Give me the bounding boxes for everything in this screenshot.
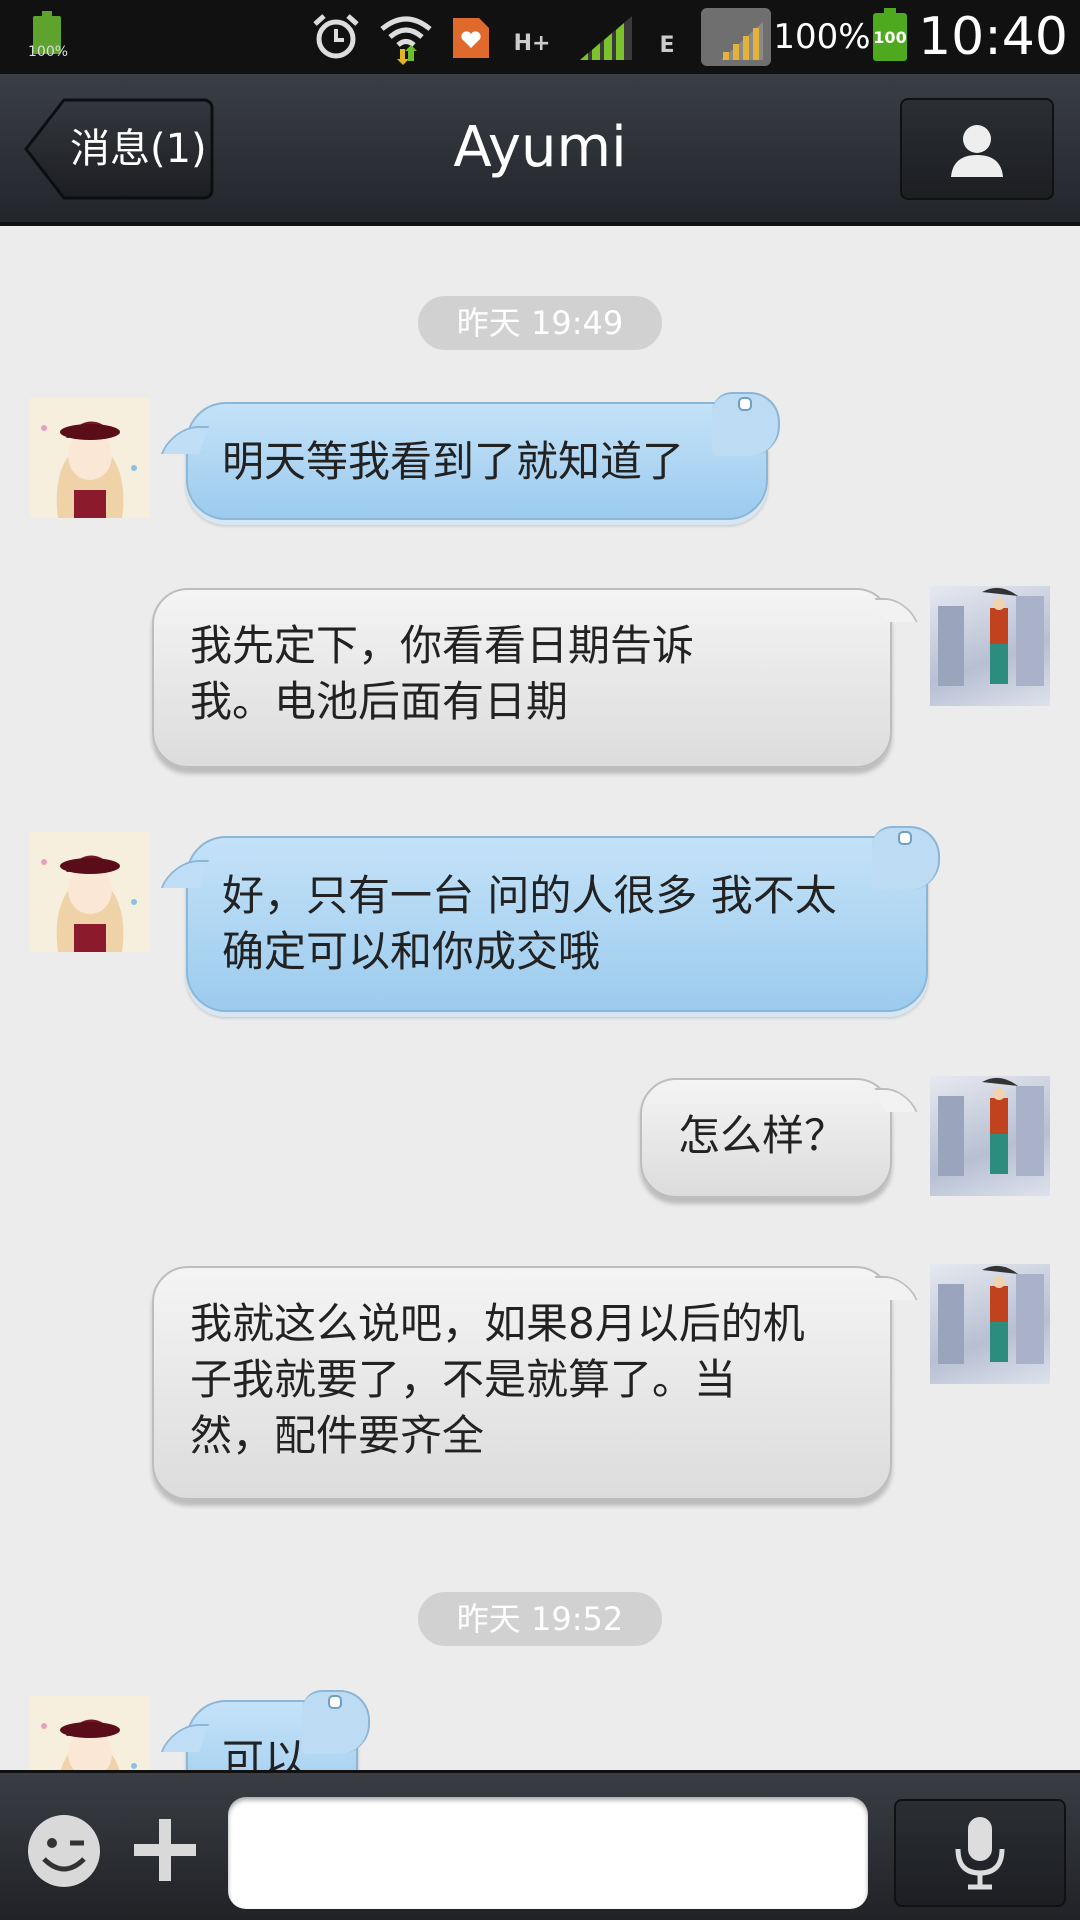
signal-icon-2 <box>700 0 772 74</box>
message-text-line2: 确定可以和你成交哦 <box>222 927 601 976</box>
plus-button[interactable] <box>128 1813 202 1887</box>
status-bar: 100% H+ E 100% 100 10:40 <box>0 0 1080 74</box>
wifi-icon <box>376 0 436 74</box>
message-text-line3: 然，配件要齐全 <box>190 1411 485 1460</box>
person-icon <box>951 125 1003 177</box>
message-bubble-outgoing[interactable]: 我先定下，你看看日期告诉 我。电池后面有日期 <box>152 588 892 768</box>
input-bar <box>0 1770 1080 1920</box>
message-text: 可以 <box>222 1735 307 1770</box>
message-text: 明天等我看到了就知道了 <box>222 437 685 486</box>
message-text-line2: 我。电池后面有日期 <box>190 677 569 726</box>
message-list[interactable]: 昨天 19:49 明天等我看到了就知道了 我先定下，你看看日期告诉 我。电池后面… <box>0 226 1080 1770</box>
message-text: 我先定下，你看看日期告诉 <box>190 621 695 670</box>
contact-avatar[interactable] <box>30 832 150 952</box>
message-text: 好，只有一台 问的人很多 我不太 <box>222 871 837 920</box>
contact-avatar[interactable] <box>30 1696 150 1770</box>
battery-icon: 100 <box>870 0 910 74</box>
network-type-label-2: E <box>659 32 675 58</box>
plus-icon <box>134 1819 196 1881</box>
chat-header: 消息(1) Ayumi <box>0 74 1080 226</box>
chat-title: Ayumi <box>453 115 627 180</box>
message-bubble-outgoing[interactable]: 怎么样？ <box>640 1078 892 1198</box>
message-text: 怎么样？ <box>678 1111 847 1160</box>
back-button[interactable]: 消息(1) <box>24 98 214 200</box>
my-avatar[interactable] <box>930 586 1050 706</box>
microphone-icon <box>955 1817 1005 1890</box>
voice-button[interactable] <box>894 1799 1066 1907</box>
battery-icon: 100% <box>26 0 68 74</box>
battery-percent: 100% <box>773 17 871 57</box>
battery-small-percent: 100% <box>28 44 69 60</box>
emoji-button[interactable] <box>24 1811 104 1891</box>
message-bubble-incoming[interactable]: 好，只有一台 问的人很多 我不太 确定可以和你成交哦 <box>186 826 940 1012</box>
message-bubble-incoming[interactable]: 可以 <box>186 1690 370 1770</box>
signal-icon <box>576 0 636 74</box>
profile-button[interactable] <box>900 98 1054 200</box>
back-button-label: 消息(1) <box>70 126 207 172</box>
weibo-notification-icon <box>446 0 496 74</box>
battery-level-text: 100 <box>873 8 907 61</box>
message-bubble-outgoing[interactable]: 我就这么说吧，如果8月以后的机 子我就要了，不是就算了。当 然，配件要齐全 <box>152 1266 892 1500</box>
emoji-icon <box>28 1815 100 1887</box>
timestamp: 昨天 19:52 <box>418 1592 662 1646</box>
alarm-icon <box>308 0 364 74</box>
network-type-label: H+ <box>513 30 551 56</box>
clock: 10:40 <box>918 7 1068 67</box>
my-avatar[interactable] <box>930 1076 1050 1196</box>
message-input[interactable] <box>228 1797 868 1909</box>
contact-avatar[interactable] <box>30 398 150 518</box>
message-text-line2: 子我就要了，不是就算了。当 <box>190 1355 737 1404</box>
my-avatar[interactable] <box>930 1264 1050 1384</box>
timestamp: 昨天 19:49 <box>418 296 662 350</box>
message-text: 我就这么说吧，如果8月以后的机 <box>190 1299 805 1348</box>
message-bubble-incoming[interactable]: 明天等我看到了就知道了 <box>186 392 780 520</box>
